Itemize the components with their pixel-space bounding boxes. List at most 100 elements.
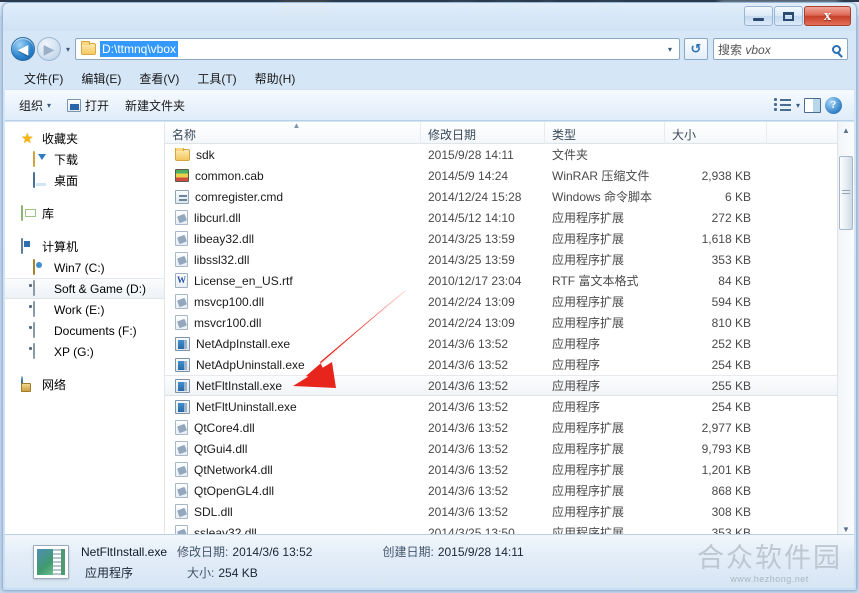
- drive-icon: [33, 280, 49, 296]
- cell-date: 2014/2/24 13:09: [428, 315, 515, 330]
- star-icon: ★: [21, 130, 34, 146]
- cell-type: 应用程序扩展: [552, 505, 625, 519]
- desktop-icon: [33, 172, 49, 188]
- file-preview-icon: [33, 544, 69, 579]
- cell-name: NetFltInstall.exe: [165, 378, 421, 393]
- command-toolbar: 组织 ▾ 打开 新建文件夹 ▾ ?: [5, 89, 854, 121]
- table-row[interactable]: QtNetwork4.dll 2014/3/6 13:52 应用程序扩展 1,201 …: [165, 459, 854, 480]
- table-row[interactable]: msvcp100.dll 2014/2/24 13:09 应用程序扩展 594 KB: [165, 291, 854, 312]
- menu-item-file[interactable]: 文件(F): [15, 68, 72, 89]
- sidebar-item-computer[interactable]: 计算机: [5, 236, 164, 257]
- close-button[interactable]: x: [804, 6, 851, 26]
- sidebar-item-libraries[interactable]: 库: [5, 203, 164, 224]
- help-icon[interactable]: ?: [825, 96, 842, 114]
- cell-date: 2014/3/6 13:52: [428, 483, 509, 498]
- table-row[interactable]: NetAdpUninstall.exe 2014/3/6 13:52 应用程序 254…: [165, 354, 854, 375]
- organize-button[interactable]: 组织 ▾: [11, 94, 59, 117]
- details-filename: NetFltInstall.exe: [81, 544, 168, 559]
- column-header-size[interactable]: 大小: [665, 122, 767, 144]
- sidebar-label: Win7 (C:): [54, 260, 105, 275]
- table-row[interactable]: License_en_US.rtf 2010/12/17 23:04 RTF 富文本…: [165, 270, 854, 291]
- scrollbar-grip-icon: [842, 190, 850, 196]
- table-row[interactable]: NetAdpInstall.exe 2014/3/6 13:52 应用程序 252 K…: [165, 333, 854, 354]
- cell-name: common.cab: [165, 169, 421, 183]
- cell-name: libcurl.dll: [165, 210, 421, 225]
- screen-root: x ◀ ▶ ▾ D:\ttmnq\vbox ▾ ↺ 搜索 vbox 文件(F) …: [0, 0, 859, 593]
- forward-button[interactable]: ▶: [37, 37, 61, 61]
- chevron-down-icon[interactable]: ▾: [668, 45, 677, 54]
- network-icon: [21, 376, 37, 392]
- table-row[interactable]: msvcr100.dll 2014/2/24 13:09 应用程序扩展 810 KB: [165, 312, 854, 333]
- folder-icon: [81, 41, 96, 55]
- explorer-window: x ◀ ▶ ▾ D:\ttmnq\vbox ▾ ↺ 搜索 vbox 文件(F) …: [2, 2, 857, 591]
- cell-type: RTF 富文本格式: [552, 274, 639, 288]
- titlebar-glass: [3, 3, 856, 31]
- details-modified-value: 2014/3/6 13:52: [232, 544, 313, 559]
- change-view-icon[interactable]: [773, 97, 792, 113]
- recent-pages-dropdown[interactable]: ▾: [61, 45, 75, 54]
- table-row[interactable]: QtCore4.dll 2014/3/6 13:52 应用程序扩展 2,977 KB: [165, 417, 854, 438]
- menu-item-help[interactable]: 帮助(H): [246, 68, 305, 89]
- table-row[interactable]: sdk 2015/9/28 14:11 文件夹: [165, 144, 854, 165]
- dll-icon: [175, 441, 188, 456]
- details-size-value: 254 KB: [218, 565, 258, 580]
- menu-item-view[interactable]: 查看(V): [130, 68, 188, 89]
- sidebar-label: XP (G:): [54, 344, 94, 359]
- scrollbar-thumb[interactable]: [839, 156, 853, 230]
- dll-icon: [175, 483, 188, 498]
- column-header-name[interactable]: 名称 ▲: [165, 122, 421, 144]
- cell-name: libssl32.dll: [165, 252, 421, 267]
- cell-name: QtGui4.dll: [165, 441, 421, 456]
- dll-icon: [175, 420, 188, 435]
- cell-name: msvcp100.dll: [165, 294, 421, 309]
- refresh-button[interactable]: ↺: [684, 38, 708, 60]
- table-row[interactable]: SDL.dll 2014/3/6 13:52 应用程序扩展 308 KB: [165, 501, 854, 522]
- preview-pane-icon[interactable]: [804, 97, 821, 113]
- sidebar-item-drive-f[interactable]: Documents (F:): [5, 320, 164, 341]
- sidebar-item-drive-e[interactable]: Work (E:): [5, 299, 164, 320]
- maximize-button[interactable]: [774, 6, 803, 26]
- open-button[interactable]: 打开: [59, 94, 117, 117]
- table-row[interactable]: comregister.cmd 2014/12/24 15:28 Windows 命…: [165, 186, 854, 207]
- cell-type: 应用程序扩展: [552, 463, 625, 477]
- sidebar-item-drive-c[interactable]: Win7 (C:): [5, 257, 164, 278]
- cell-size: 84 KB: [718, 273, 751, 288]
- back-button[interactable]: ◀: [11, 37, 35, 61]
- view-chevron-down-icon[interactable]: ▾: [796, 101, 800, 110]
- cell-date: 2014/3/6 13:52: [428, 504, 509, 519]
- minimize-button[interactable]: [744, 6, 773, 26]
- table-row[interactable]: libeay32.dll 2014/3/25 13:59 应用程序扩展 1,618 K…: [165, 228, 854, 249]
- sidebar-label: 库: [42, 207, 55, 221]
- sidebar-item-drive-g[interactable]: XP (G:): [5, 341, 164, 362]
- column-header-date[interactable]: 修改日期: [421, 122, 545, 144]
- file-name-label: comregister.cmd: [195, 189, 284, 204]
- cell-date: 2014/3/6 13:52: [428, 441, 509, 456]
- sidebar-item-network[interactable]: 网络: [5, 374, 164, 395]
- table-row[interactable]: common.cab 2014/5/9 14:24 WinRAR 压缩文件 2,938…: [165, 165, 854, 186]
- sidebar-item-desktop[interactable]: 桌面: [5, 170, 164, 191]
- sidebar-item-drive-d[interactable]: Soft & Game (D:): [5, 278, 164, 299]
- table-row[interactable]: NetFltUninstall.exe 2014/3/6 13:52 应用程序 254…: [165, 396, 854, 417]
- table-row[interactable]: NetFltInstall.exe 2014/3/6 13:52 应用程序 255 K…: [165, 375, 854, 396]
- table-row[interactable]: libcurl.dll 2014/5/12 14:10 应用程序扩展 272 KB: [165, 207, 854, 228]
- scroll-up-button[interactable]: ▲: [838, 122, 854, 139]
- sidebar-item-favorites[interactable]: ★ 收藏夹: [5, 128, 164, 149]
- cell-name: SDL.dll: [165, 504, 421, 519]
- watermark-title: 合众软件园: [697, 543, 842, 574]
- cell-type: Windows 命令脚本: [552, 190, 653, 204]
- new-folder-button[interactable]: 新建文件夹: [117, 94, 193, 117]
- menu-item-tools[interactable]: 工具(T): [188, 68, 245, 89]
- drive-icon: [33, 301, 49, 317]
- menu-item-edit[interactable]: 编辑(E): [72, 68, 130, 89]
- toolbar-right-group: ▾ ?: [773, 96, 848, 114]
- table-row[interactable]: QtOpenGL4.dll 2014/3/6 13:52 应用程序扩展 868 KB: [165, 480, 854, 501]
- column-header-type[interactable]: 类型: [545, 122, 665, 144]
- sidebar-item-downloads[interactable]: 下载: [5, 149, 164, 170]
- search-input[interactable]: 搜索 vbox: [713, 38, 848, 60]
- vertical-scrollbar[interactable]: ▲ ▼: [837, 122, 854, 538]
- table-row[interactable]: QtGui4.dll 2014/3/6 13:52 应用程序扩展 9,793 KB: [165, 438, 854, 459]
- details-size-label: 大小:: [187, 565, 215, 580]
- address-input[interactable]: D:\ttmnq\vbox ▾: [75, 38, 680, 60]
- table-row[interactable]: libssl32.dll 2014/3/25 13:59 应用程序扩展 353 KB: [165, 249, 854, 270]
